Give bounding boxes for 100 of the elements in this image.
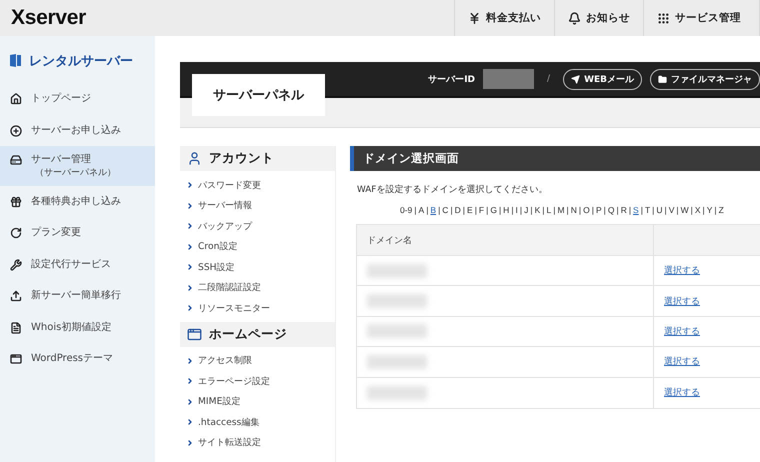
index-letter: M <box>557 205 565 215</box>
sidebar-item[interactable]: 新サーバー簡単移行 <box>0 280 155 312</box>
index-letter: O <box>583 205 590 215</box>
menu-item[interactable]: サーバー情報 <box>180 196 335 216</box>
sidebar-item[interactable]: 各種特典お申し込み <box>0 186 155 218</box>
separator: | <box>592 205 594 215</box>
separator: | <box>438 205 440 215</box>
blurred-placeholder <box>367 294 427 308</box>
sidebar-item[interactable]: トップページ <box>0 83 155 114</box>
home-icon <box>10 93 22 105</box>
drive-icon <box>10 154 22 166</box>
separator: | <box>511 205 514 215</box>
separator: | <box>714 205 717 215</box>
separator: | <box>628 205 632 215</box>
folder-icon <box>658 74 667 84</box>
menu-item[interactable]: パスワード変更 <box>180 175 335 196</box>
header-button[interactable]: 料金支払い <box>454 0 554 36</box>
sidebar-item[interactable]: 設定代行サービス <box>0 248 155 280</box>
bell-icon <box>568 12 581 24</box>
description: WAFを設定するドメインを選択してください。 <box>357 184 548 196</box>
menu-item[interactable]: 二段階認証設定 <box>180 278 335 298</box>
window-icon <box>10 353 22 366</box>
section-title: ドメイン選択画面 <box>350 146 760 171</box>
index-letter: 0-9 <box>400 205 412 215</box>
blurred-placeholder <box>367 264 427 278</box>
separator: | <box>520 205 522 215</box>
sidebar-item[interactable]: プラン変更 <box>0 217 155 249</box>
index-link[interactable]: S <box>633 205 639 215</box>
menu-item[interactable]: バックアップ <box>180 216 335 236</box>
blurred-placeholder <box>367 386 427 400</box>
select-link[interactable]: 選択する <box>664 324 700 338</box>
select-link[interactable]: 選択する <box>664 264 700 278</box>
chevron-icon <box>186 377 194 386</box>
header-button[interactable]: サービス管理 <box>643 0 760 36</box>
menu-item[interactable]: エラーページ設定 <box>180 371 335 392</box>
chevron-icon <box>186 263 194 272</box>
separator: | <box>578 205 582 215</box>
separator: | <box>462 205 466 215</box>
blurred-placeholder <box>367 354 427 369</box>
index-letter: J <box>524 205 528 215</box>
menu-item[interactable]: サイト転送設定 <box>180 432 335 453</box>
chevron-icon <box>186 202 194 210</box>
pill-button[interactable]: WEBメール <box>563 68 642 90</box>
separator: | <box>616 205 619 215</box>
gift-icon <box>10 196 22 208</box>
separator: | <box>450 205 453 215</box>
refresh-icon <box>10 227 22 240</box>
index-letter: R <box>620 205 627 215</box>
select-link[interactable]: 選択する <box>664 294 700 308</box>
logo[interactable]: Xserver <box>11 6 86 30</box>
document-icon <box>10 322 22 334</box>
separator: | <box>498 205 502 215</box>
menu-item[interactable]: リソースモニター <box>180 298 335 318</box>
plus-circle-icon <box>10 124 22 136</box>
chevron-icon <box>186 356 194 365</box>
panel-tab[interactable]: サーバーパネル <box>192 74 325 116</box>
sidebar-item[interactable]: Whois初期値設定 <box>0 312 155 344</box>
index-letter: T <box>644 205 650 215</box>
index-letter: I <box>516 205 518 215</box>
index-letter: C <box>442 205 448 215</box>
separator: | <box>426 205 428 215</box>
sidebar-item[interactable]: サーバーお申し込み <box>0 114 155 146</box>
menu-header: ホームページ <box>180 322 335 346</box>
index-letter: G <box>490 205 497 215</box>
chevron-icon <box>186 304 194 312</box>
chevron-icon <box>186 242 194 251</box>
index-letter: L <box>546 205 552 215</box>
sidebar-title: レンタルサーバー <box>29 52 133 70</box>
door-icon <box>10 54 21 67</box>
index-letter: N <box>570 205 577 215</box>
index-letter: H <box>503 205 510 215</box>
sidebar-item[interactable]: サーバー管理 （サーバーパネル） <box>0 146 155 186</box>
send-icon <box>571 74 580 84</box>
menu-item[interactable]: MIME設定 <box>180 392 335 412</box>
index-letter: V <box>668 205 674 215</box>
sidebar-item[interactable]: WordPressテーマ <box>0 343 155 375</box>
separator: | <box>702 205 705 215</box>
slash: / <box>547 74 550 84</box>
menu-item[interactable]: アクセス制限 <box>180 350 335 371</box>
grid-icon <box>657 12 670 24</box>
index-letter: P <box>596 205 602 215</box>
index-letter: U <box>656 205 662 215</box>
wrench-icon <box>10 258 22 271</box>
separator: | <box>640 205 643 215</box>
index-letter: Z <box>718 205 724 215</box>
separator: | <box>486 205 488 215</box>
index-letter: Q <box>608 205 614 215</box>
index-link[interactable]: B <box>430 205 436 215</box>
header-button[interactable]: お知らせ <box>554 0 643 36</box>
index-letter: E <box>467 205 473 215</box>
separator: | <box>530 205 533 215</box>
pill-button[interactable]: ファイルマネージャ <box>650 68 760 90</box>
select-link[interactable]: 選択する <box>664 355 700 368</box>
select-link[interactable]: 選択する <box>664 386 700 400</box>
separator: | <box>474 205 477 215</box>
chevron-icon <box>186 398 194 406</box>
menu-item[interactable]: Cron設定 <box>180 236 335 257</box>
menu-item[interactable]: .htaccess編集 <box>180 412 335 432</box>
chevron-icon <box>186 438 194 447</box>
menu-item[interactable]: SSH設定 <box>180 257 335 278</box>
